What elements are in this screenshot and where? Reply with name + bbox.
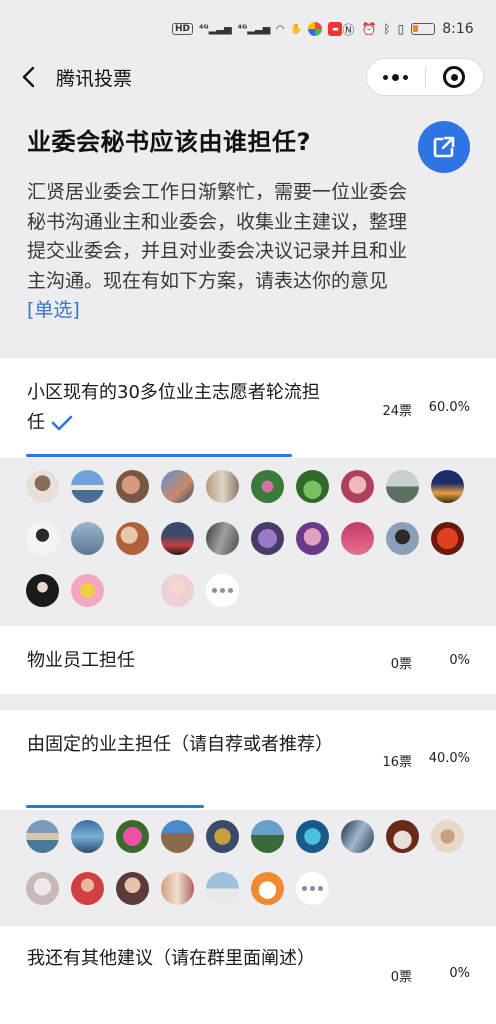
option-text: 由固定的业主担任（请自荐或者推荐） (27, 734, 333, 755)
option-progress-bar (26, 805, 204, 808)
poll-description: 汇贤居业委会工作日渐繁忙，需要一位业委会秘书沟通业主和业委会，收集业主建议，整理… (27, 178, 407, 326)
option-text: 我还有其他建议（请在群里面阐述） (27, 948, 315, 969)
voter-avatar[interactable] (116, 872, 149, 905)
voter-avatar[interactable] (386, 470, 419, 503)
option-label: 小区现有的30多位业主志愿者轮流担任 (27, 378, 337, 438)
voter-avatar[interactable] (26, 820, 59, 853)
option-votes: 24票 (382, 404, 412, 419)
status-system: Ⓝ ⏰ ᛒ ▯ 8:16 (342, 21, 473, 38)
vibrate-icon: ▯ (397, 22, 405, 36)
voter-avatar[interactable] (26, 872, 59, 905)
hd-icon: HD (172, 23, 194, 35)
voter-avatar[interactable] (296, 522, 329, 555)
status-bar: HD ⁴ᴳ▂▃▅ ⁴ᴳ▂▃▅ ◠ ✋ ▬ Ⓝ ⏰ ᛒ ▯ 8:16 (0, 0, 496, 58)
external-link-icon (433, 136, 455, 158)
voter-avatar[interactable] (251, 820, 284, 853)
voter-avatar[interactable] (251, 522, 284, 555)
voter-avatar[interactable] (386, 820, 419, 853)
poll-description-text: 汇贤居业委会工作日渐繁忙，需要一位业委会秘书沟通业主和业委会，收集业主建议，整理… (27, 181, 408, 292)
voter-avatars (0, 810, 496, 926)
voter-avatar[interactable] (161, 522, 194, 555)
option-percent: 60.0% (428, 400, 470, 415)
voter-avatar[interactable] (341, 820, 374, 853)
voter-avatar[interactable] (71, 522, 104, 555)
wifi-icon: ◠ (276, 23, 284, 35)
hand-icon: ✋ (289, 23, 303, 35)
alarm-icon: ⏰ (361, 22, 377, 36)
voter-avatar[interactable] (71, 820, 104, 853)
option-percent: 40.0% (428, 751, 470, 766)
voter-avatars (0, 458, 496, 626)
more-voters-button[interactable] (296, 872, 329, 905)
voter-avatar[interactable] (296, 820, 329, 853)
poll-option[interactable]: 我还有其他建议（请在群里面阐述） 0票 0% (0, 926, 496, 1024)
mini-program-capsule (366, 58, 484, 96)
nav-bar: 腾讯投票 (0, 58, 496, 98)
voter-avatar[interactable] (26, 574, 59, 607)
bluetooth-icon: ᛒ (383, 22, 391, 36)
poll-option[interactable]: 物业员工担任 0票 0% (0, 626, 496, 694)
share-button[interactable] (418, 121, 470, 173)
more-voters-button[interactable] (206, 574, 239, 607)
status-icons: HD ⁴ᴳ▂▃▅ ⁴ᴳ▂▃▅ ◠ ✋ ▬ (172, 22, 343, 36)
nav-title: 腾讯投票 (56, 68, 133, 90)
voter-avatar[interactable] (251, 470, 284, 503)
voter-avatar[interactable] (161, 574, 194, 607)
signal-icon: ⁴ᴳ▂▃▅ (237, 23, 271, 35)
signal-icon: ⁴ᴳ▂▃▅ (199, 23, 232, 35)
app-icon: ▬ (328, 22, 343, 36)
voter-avatar[interactable] (386, 522, 419, 555)
voter-avatar[interactable] (341, 470, 374, 503)
option-votes: 0票 (390, 970, 412, 985)
voter-avatar[interactable] (206, 470, 239, 503)
battery-icon (411, 23, 436, 35)
voter-avatar[interactable] (206, 522, 239, 555)
poll-option[interactable]: 由固定的业主担任（请自荐或者推荐） 16票 40.0% (0, 710, 496, 810)
option-percent: 0% (449, 653, 470, 668)
voter-avatar[interactable] (71, 872, 104, 905)
option-percent: 0% (449, 966, 470, 981)
poll-option[interactable]: 小区现有的30多位业主志愿者轮流担任 24票 60.0% (0, 358, 496, 458)
voter-avatar[interactable] (206, 820, 239, 853)
voter-avatar[interactable] (431, 820, 464, 853)
status-time: 8:16 (442, 21, 474, 37)
option-text: 物业员工担任 (27, 650, 135, 671)
option-votes: 16票 (382, 755, 412, 770)
voter-avatar[interactable] (431, 470, 464, 503)
option-votes: 0票 (390, 657, 412, 672)
voter-avatar[interactable] (116, 470, 149, 503)
option-progress-bar (26, 454, 292, 457)
voter-avatar[interactable] (71, 574, 104, 607)
voter-avatar[interactable] (251, 872, 284, 905)
check-icon (51, 415, 73, 431)
voter-avatar[interactable] (26, 470, 59, 503)
voter-avatar[interactable] (161, 820, 194, 853)
back-icon[interactable] (18, 64, 42, 90)
voter-avatar[interactable] (71, 470, 104, 503)
voter-avatar[interactable] (161, 872, 194, 905)
voter-avatar[interactable] (431, 522, 464, 555)
poll-title: 业委会秘书应该由谁担任? (27, 128, 311, 156)
poll-type-tag: [单选] (27, 299, 80, 321)
voter-avatar[interactable] (161, 470, 194, 503)
more-menu-button[interactable] (367, 73, 425, 81)
voter-avatar[interactable] (116, 820, 149, 853)
voter-avatar[interactable] (296, 470, 329, 503)
nfc-icon: Ⓝ (342, 22, 355, 37)
app-icon (308, 22, 323, 36)
voter-avatar[interactable] (116, 522, 149, 555)
voter-avatar[interactable] (206, 872, 239, 905)
voter-avatar[interactable] (26, 522, 59, 555)
target-icon (443, 66, 466, 88)
voter-avatar[interactable] (341, 522, 374, 555)
close-mini-program-button[interactable] (426, 66, 484, 88)
